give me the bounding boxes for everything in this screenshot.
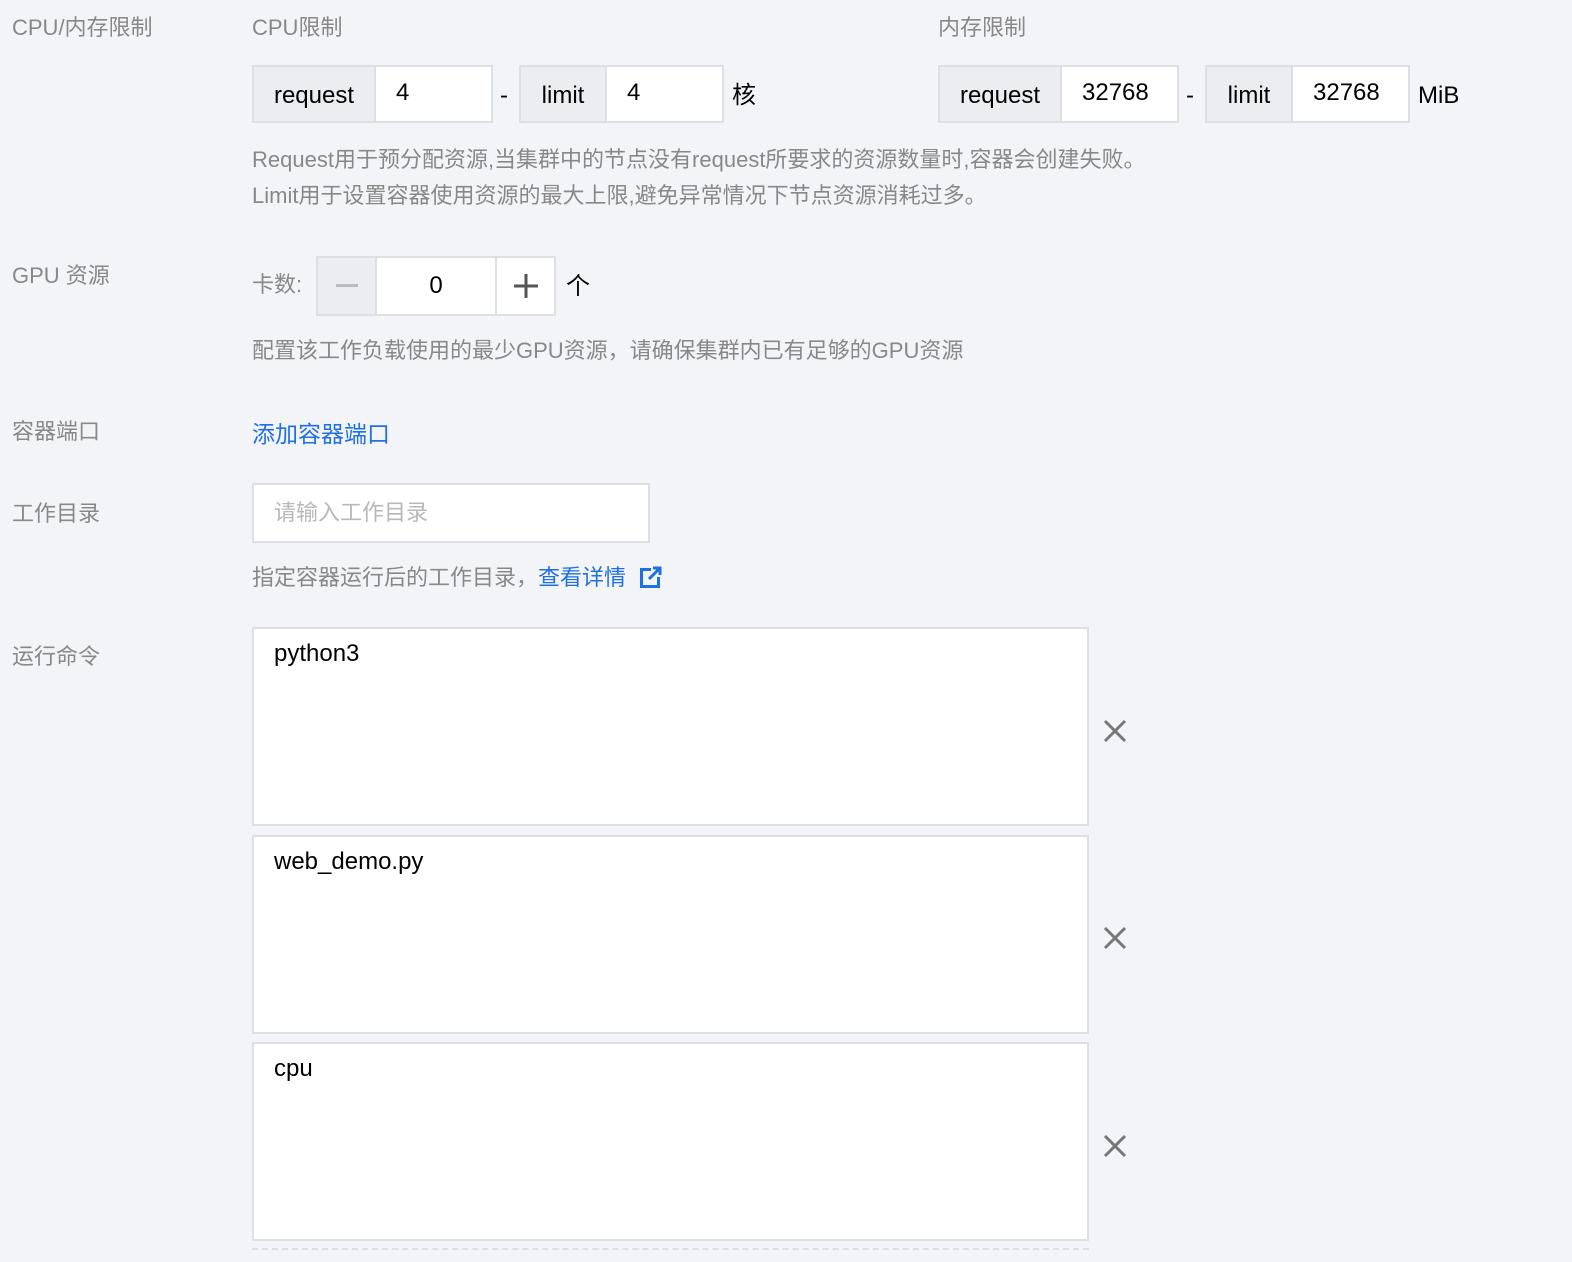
view-details-link[interactable]: 查看详情 [538,565,626,590]
command-arg-textarea[interactable]: python3 [252,627,1089,826]
cpu-limit-input[interactable]: 4 [607,67,722,121]
close-icon[interactable] [1100,1131,1130,1161]
plus-icon [513,274,538,298]
close-icon[interactable] [1100,923,1130,953]
gpu-count-label: 卡数: [252,272,303,297]
cpu-request-addon: request [254,67,376,121]
run-command-label: 运行命令 [12,644,101,669]
external-link-icon[interactable] [640,566,663,588]
memory-unit: MiB [1418,82,1460,109]
gpu-unit: 个 [566,273,590,300]
close-icon[interactable] [1100,716,1130,746]
cpu-request-group: request 4 [252,65,493,123]
gpu-increment-button[interactable] [495,258,554,314]
resource-limit-label: CPU/内存限制 [12,15,153,40]
resource-help-limit: Limit用于设置容器使用资源的最大上限,避免异常情况下节点资源消耗过多。 [252,183,987,208]
memory-request-input[interactable]: 32768 [1062,67,1177,121]
cpu-separator: - [500,82,508,109]
cpu-limit-group: limit 4 [519,65,724,123]
cpu-limit-title: CPU限制 [252,15,343,40]
container-port-label: 容器端口 [12,419,101,444]
command-arg-textarea[interactable]: web_demo.py [252,835,1089,1034]
memory-limit-group: limit 32768 [1205,65,1410,123]
workdir-input[interactable] [252,483,650,543]
add-command-placeholder[interactable] [252,1248,1089,1262]
workdir-help: 指定容器运行后的工作目录，查看详情 [252,560,663,596]
memory-limit-addon: limit [1207,67,1293,121]
memory-request-group: request 32768 [938,65,1179,123]
add-container-port-link[interactable]: 添加容器端口 [252,420,390,448]
gpu-count-stepper: 0 [316,256,556,316]
workdir-label: 工作目录 [12,501,101,526]
memory-limit-input[interactable]: 32768 [1293,67,1408,121]
resource-help-request: Request用于预分配资源,当集群中的节点没有request所要求的资源数量时… [252,147,1146,172]
cpu-limit-addon: limit [521,67,607,121]
container-config-form: CPU/内存限制 CPU限制 内存限制 request 4 - limit 4 … [0,0,1572,1262]
command-arg-textarea[interactable]: cpu [252,1042,1089,1241]
gpu-count-input[interactable]: 0 [377,258,495,314]
gpu-decrement-button[interactable] [318,258,377,314]
cpu-unit: 核 [732,82,756,109]
workdir-help-text: 指定容器运行后的工作目录， [252,565,539,590]
gpu-help: 配置该工作负载使用的最少GPU资源，请确保集群内已有足够的GPU资源 [252,338,964,363]
memory-request-addon: request [940,67,1062,121]
cpu-request-input[interactable]: 4 [376,67,491,121]
gpu-label: GPU 资源 [12,263,110,288]
memory-limit-title: 内存限制 [938,15,1027,40]
minus-icon [335,284,358,287]
memory-separator: - [1186,82,1194,109]
